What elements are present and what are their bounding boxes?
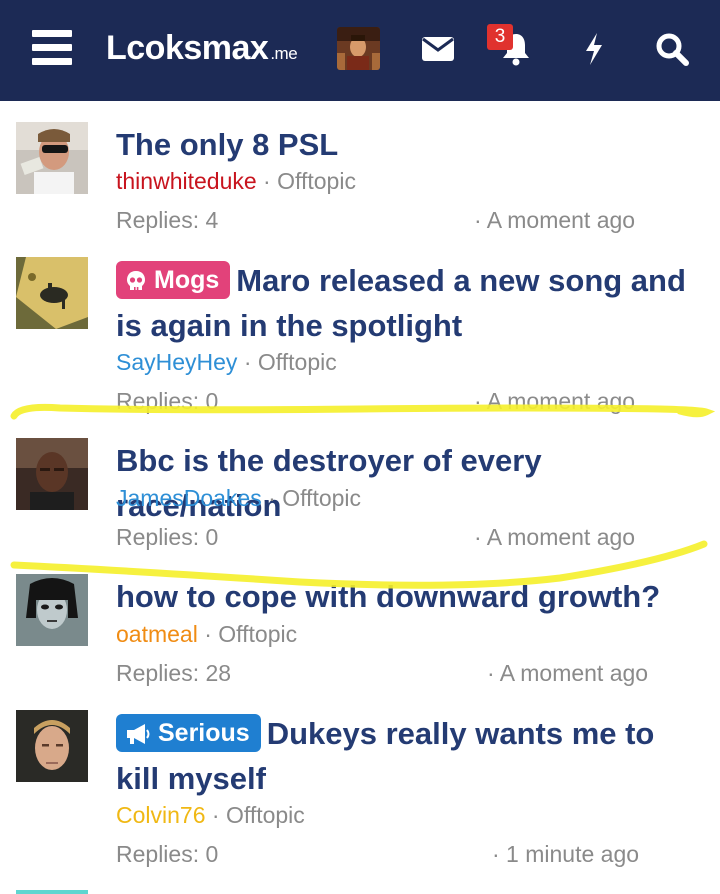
avatar[interactable]: [16, 710, 88, 782]
avatar[interactable]: [16, 438, 88, 510]
thread-meta: JamesDoakes · Offtopic: [116, 485, 362, 511]
skull-icon: [127, 271, 145, 290]
thread-forum[interactable]: Offtopic: [218, 621, 297, 647]
avatar[interactable]: [16, 257, 88, 329]
thread-author[interactable]: SayHeyHey: [116, 349, 237, 375]
menu-icon[interactable]: [32, 30, 72, 66]
reply-count: Replies: 28: [116, 660, 232, 686]
thread-title[interactable]: how to cope with downward growth?: [116, 574, 706, 619]
thread-meta: oatmeal · Offtopic: [116, 621, 298, 647]
thread-forum[interactable]: Offtopic: [258, 349, 337, 375]
thread-author[interactable]: oatmeal: [116, 621, 198, 647]
thread-title[interactable]: Mogs Maro released a new song and is agai…: [116, 258, 706, 348]
logo-tld: .me: [270, 44, 298, 63]
megaphone-icon: [127, 724, 150, 744]
user-avatar[interactable]: [337, 27, 380, 70]
thread-time: · 1 minute ago: [492, 841, 640, 867]
thread-forum[interactable]: Offtopic: [226, 802, 305, 828]
prefix-label-serious[interactable]: Serious: [116, 714, 261, 752]
avatar[interactable]: [16, 122, 88, 194]
envelope-icon[interactable]: [415, 26, 461, 72]
next-avatar-edge: [16, 890, 88, 894]
reply-count: Replies: 0: [116, 388, 219, 414]
prefix-text: Mogs: [154, 266, 220, 294]
thread-title[interactable]: Serious Dukeys really wants me to kill my…: [116, 711, 706, 801]
search-icon[interactable]: [649, 26, 695, 72]
thread-time: · A moment ago: [474, 388, 636, 414]
thread-author[interactable]: Colvin76: [116, 802, 206, 828]
thread-forum[interactable]: Offtopic: [277, 168, 356, 194]
prefix-label-mogs[interactable]: Mogs: [116, 261, 231, 299]
thread-title[interactable]: The only 8 PSL: [116, 122, 706, 167]
thread-meta: SayHeyHey · Offtopic: [116, 349, 337, 375]
thread-time: · A moment ago: [474, 207, 636, 233]
thread-meta: Colvin76 · Offtopic: [116, 802, 305, 828]
bolt-icon[interactable]: [571, 26, 617, 72]
thread-forum[interactable]: Offtopic: [282, 485, 361, 511]
logo-text: Lcoksmax: [106, 29, 269, 67]
thread-time: · A moment ago: [487, 660, 649, 686]
avatar[interactable]: [16, 574, 88, 646]
site-logo[interactable]: Lcoksmax .me: [106, 28, 298, 74]
thread-author[interactable]: thinwhiteduke: [116, 168, 257, 194]
reply-count: Replies: 0: [116, 524, 219, 550]
thread-time: · A moment ago: [474, 524, 636, 550]
thread-title-text[interactable]: The only 8 PSL: [116, 127, 338, 162]
thread-meta: thinwhiteduke · Offtopic: [116, 168, 356, 194]
notification-badge: 3: [487, 24, 513, 50]
prefix-text: Serious: [158, 719, 250, 747]
thread-author[interactable]: JamesDoakes: [116, 485, 262, 511]
reply-count: Replies: 0: [116, 841, 219, 867]
reply-count: Replies: 4: [116, 207, 219, 233]
top-navigation-bar: Lcoksmax .me 3: [0, 0, 720, 101]
thread-title-text[interactable]: how to cope with downward growth?: [116, 579, 660, 614]
